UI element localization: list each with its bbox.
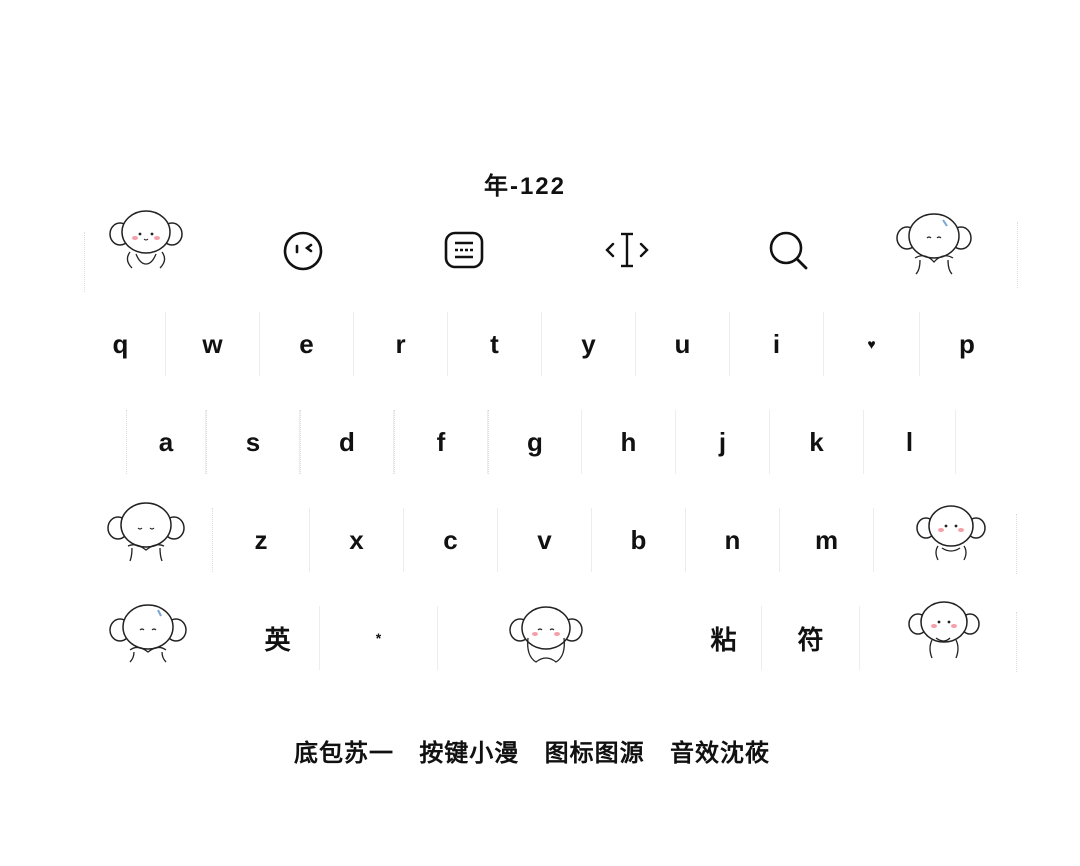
key-q[interactable]: q xyxy=(76,312,166,376)
key-paste[interactable]: 粘 xyxy=(686,606,762,670)
credits-line: 底包苏一 按键小漫 图标图源 音效沈莜 xyxy=(0,733,1064,768)
key-d[interactable]: d xyxy=(300,410,394,474)
credit-sound: 音效沈莜 xyxy=(670,739,771,767)
key-r[interactable]: r xyxy=(354,312,448,376)
monkey-sticker-icon[interactable] xyxy=(906,598,982,660)
key-symbols[interactable]: 符 xyxy=(762,606,860,670)
monkey-sticker-icon[interactable] xyxy=(893,210,975,276)
key-j[interactable]: j xyxy=(676,410,770,474)
keyboard-theme-title: 年-122 xyxy=(483,173,567,200)
monkey-sticker-icon[interactable] xyxy=(106,600,190,664)
key-t[interactable]: t xyxy=(448,312,542,376)
key-row-4: 英 * 粘 符 xyxy=(0,601,1080,676)
key-u[interactable]: u xyxy=(636,312,730,376)
key-b[interactable]: b xyxy=(592,508,686,572)
key-s[interactable]: s xyxy=(206,410,300,474)
key-row-1: q w e r t y u i ♥ p xyxy=(0,312,1080,382)
keyboard-menu-icon[interactable] xyxy=(444,231,484,269)
key-p[interactable]: p xyxy=(920,312,1014,376)
search-icon[interactable] xyxy=(768,230,810,272)
key-v[interactable]: v xyxy=(498,508,592,572)
key-heart[interactable]: ♥ xyxy=(824,312,920,376)
key-i[interactable]: i xyxy=(730,312,824,376)
emoji-face-icon[interactable] xyxy=(282,230,324,272)
key-row-2: a s d f g h j k l xyxy=(0,410,1080,480)
key-c[interactable]: c xyxy=(404,508,498,572)
cursor-move-icon[interactable] xyxy=(604,230,650,270)
monkey-sticker-icon[interactable] xyxy=(106,208,186,272)
key-k[interactable]: k xyxy=(770,410,864,474)
key-x[interactable]: x xyxy=(310,508,404,572)
keyboard-toolbar xyxy=(0,210,1080,292)
credit-keys: 按键小漫 xyxy=(419,739,520,767)
key-h[interactable]: h xyxy=(582,410,676,474)
key-star[interactable]: * xyxy=(320,606,438,670)
key-w[interactable]: w xyxy=(166,312,260,376)
key-n[interactable]: n xyxy=(686,508,780,572)
key-f[interactable]: f xyxy=(394,410,488,474)
monkey-sticker-icon[interactable] xyxy=(914,502,988,562)
key-row-3: z x c v b n m xyxy=(0,502,1080,578)
key-g[interactable]: g xyxy=(488,410,582,474)
key-m[interactable]: m xyxy=(780,508,874,572)
key-l[interactable]: l xyxy=(864,410,956,474)
monkey-sticker-icon[interactable] xyxy=(104,498,188,562)
key-y[interactable]: y xyxy=(542,312,636,376)
key-a[interactable]: a xyxy=(126,410,206,474)
key-z[interactable]: z xyxy=(212,508,310,572)
key-e[interactable]: e xyxy=(260,312,354,376)
key-language-switch[interactable]: 英 xyxy=(236,606,320,670)
space-bar-monkey-icon[interactable] xyxy=(506,602,586,666)
credit-base: 底包苏一 xyxy=(293,739,394,767)
credit-icons: 图标图源 xyxy=(544,739,645,767)
